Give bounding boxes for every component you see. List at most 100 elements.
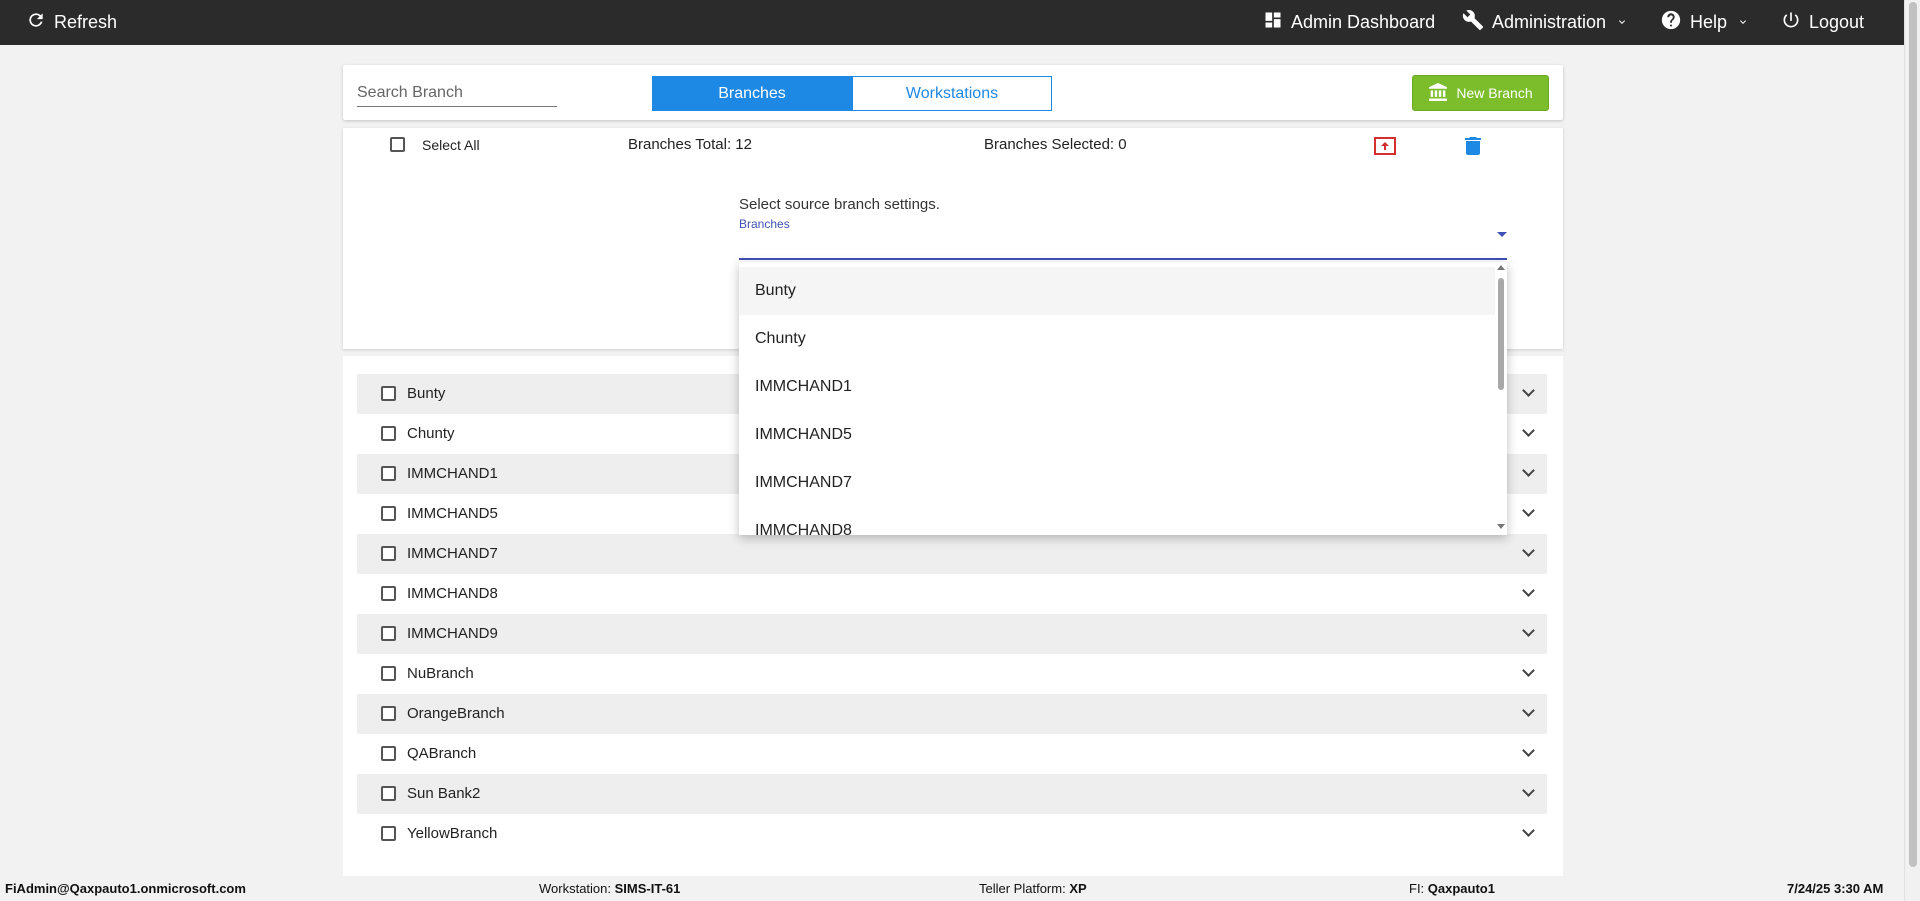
help-label: Help — [1690, 12, 1728, 32]
scroll-down-icon[interactable] — [1497, 524, 1505, 529]
chevron-down-icon — [1737, 15, 1749, 31]
list-item[interactable]: IMMCHAND9 — [357, 614, 1547, 654]
footer-workstation-label: Workstation: — [539, 881, 612, 896]
chevron-down-icon[interactable] — [1522, 824, 1535, 837]
help-icon — [1660, 9, 1682, 36]
branch-toolbar: Branches Workstations New Branch — [343, 65, 1563, 120]
branch-name: Bunty — [407, 385, 446, 402]
administration-menu[interactable]: Administration — [1462, 0, 1628, 45]
branch-name: YellowBranch — [407, 825, 498, 842]
status-footer: FiAdmin@Qaxpauto1.onmicrosoft.com Workst… — [0, 876, 1904, 901]
chevron-down-icon[interactable] — [1522, 704, 1535, 717]
dropdown-option[interactable]: Bunty — [739, 267, 1495, 315]
page-scrollbar[interactable] — [1904, 0, 1920, 901]
new-branch-button[interactable]: New Branch — [1412, 75, 1549, 111]
view-tabs: Branches Workstations — [652, 76, 1052, 111]
refresh-button[interactable]: Refresh — [26, 0, 117, 45]
dropdown-option[interactable]: IMMCHAND8 — [739, 507, 1495, 535]
logout-button[interactable]: Logout — [1781, 0, 1864, 45]
branch-checkbox[interactable] — [381, 666, 396, 681]
branches-selected-text: Branches Selected: 0 — [984, 136, 1127, 153]
logout-label: Logout — [1809, 12, 1865, 32]
list-item[interactable]: IMMCHAND8 — [357, 574, 1547, 614]
branch-checkbox[interactable] — [381, 586, 396, 601]
branch-checkbox[interactable] — [381, 466, 396, 481]
footer-platform-value: XP — [1069, 881, 1087, 896]
bank-icon — [1428, 82, 1448, 104]
chevron-down-icon[interactable] — [1522, 624, 1535, 637]
wrench-icon — [1462, 9, 1484, 36]
branch-checkbox[interactable] — [381, 826, 396, 841]
branch-checkbox[interactable] — [381, 426, 396, 441]
upload-icon[interactable] — [1374, 137, 1396, 162]
list-item[interactable]: YellowBranch — [357, 814, 1547, 854]
branch-name: Sun Bank2 — [407, 785, 481, 802]
chevron-down-icon[interactable] — [1522, 744, 1535, 757]
branch-checkbox[interactable] — [381, 626, 396, 641]
branch-checkbox[interactable] — [381, 546, 396, 561]
footer-fi-value: Qaxpauto1 — [1427, 881, 1495, 896]
admin-dashboard-link[interactable]: Admin Dashboard — [1263, 0, 1435, 45]
dashboard-icon — [1263, 10, 1283, 35]
branch-checkbox[interactable] — [381, 706, 396, 721]
source-branch-prompt: Select source branch settings. — [739, 196, 940, 213]
branch-name: IMMCHAND8 — [407, 585, 498, 602]
footer-user: FiAdmin@Qaxpauto1.onmicrosoft.com — [5, 881, 246, 896]
page-scrollbar-thumb[interactable] — [1909, 2, 1917, 867]
chevron-down-icon[interactable] — [1522, 384, 1535, 397]
refresh-icon — [26, 10, 46, 35]
branch-name: IMMCHAND9 — [407, 625, 498, 642]
delete-icon[interactable] — [1465, 136, 1481, 161]
branches-total-text: Branches Total: 12 — [628, 136, 752, 153]
footer-platform-label: Teller Platform: — [979, 881, 1066, 896]
admin-dashboard-label: Admin Dashboard — [1291, 12, 1436, 32]
list-item[interactable]: QABranch — [357, 734, 1547, 774]
scroll-up-icon[interactable] — [1497, 265, 1505, 270]
branches-dropdown-label: Branches — [739, 217, 790, 231]
branch-name: Chunty — [407, 425, 455, 442]
branch-name: IMMCHAND1 — [407, 465, 498, 482]
branch-name: OrangeBranch — [407, 705, 505, 722]
list-item[interactable]: OrangeBranch — [357, 694, 1547, 734]
footer-datetime: 7/24/25 3:30 AM — [1787, 881, 1884, 896]
branch-name: QABranch — [407, 745, 477, 762]
chevron-down-icon[interactable] — [1522, 464, 1535, 477]
branch-name: NuBranch — [407, 665, 474, 682]
tab-branches[interactable]: Branches — [652, 76, 852, 111]
chevron-down-icon[interactable] — [1522, 664, 1535, 677]
list-item[interactable]: Sun Bank2 — [357, 774, 1547, 814]
list-item[interactable]: NuBranch — [357, 654, 1547, 694]
dropdown-option[interactable]: Chunty — [739, 315, 1495, 363]
chevron-down-icon — [1616, 15, 1628, 31]
top-navigation-bar: Refresh Admin Dashboard Administration H… — [0, 0, 1904, 45]
dropdown-option[interactable]: IMMCHAND7 — [739, 459, 1495, 507]
help-menu[interactable]: Help — [1660, 0, 1749, 45]
chevron-down-icon[interactable] — [1522, 424, 1535, 437]
tab-workstations[interactable]: Workstations — [852, 76, 1052, 111]
chevron-down-icon[interactable] — [1522, 584, 1535, 597]
administration-label: Administration — [1492, 12, 1607, 32]
dropdown-scrollbar[interactable] — [1495, 262, 1507, 535]
branches-dropdown-menu[interactable]: IMMCHAND8 IMMCHAND7 IMMCHAND5 IMMCHAND1 Chun… — [739, 262, 1507, 535]
refresh-label: Refresh — [54, 12, 118, 32]
branch-checkbox[interactable] — [381, 786, 396, 801]
dropdown-scrollbar-thumb[interactable] — [1498, 278, 1504, 390]
power-icon — [1781, 10, 1801, 35]
branches-dropdown-underline[interactable] — [739, 258, 1507, 260]
footer-workstation-value: SIMS-IT-61 — [614, 881, 681, 896]
dropdown-option[interactable]: IMMCHAND5 — [739, 411, 1495, 459]
chevron-down-icon[interactable] — [1522, 784, 1535, 797]
branch-checkbox[interactable] — [381, 746, 396, 761]
dropdown-option[interactable]: IMMCHAND1 — [739, 363, 1495, 411]
branch-name: IMMCHAND7 — [407, 545, 498, 562]
branch-checkbox[interactable] — [381, 506, 396, 521]
chevron-down-icon[interactable] — [1522, 544, 1535, 557]
list-item[interactable]: IMMCHAND7 — [357, 534, 1547, 574]
dropdown-arrow-icon[interactable] — [1497, 232, 1507, 237]
search-branch-input[interactable] — [357, 79, 557, 107]
chevron-down-icon[interactable] — [1522, 504, 1535, 517]
branch-name: IMMCHAND5 — [407, 505, 498, 522]
footer-fi-label: FI: — [1409, 881, 1425, 896]
select-all-checkbox[interactable] — [390, 137, 405, 152]
branch-checkbox[interactable] — [381, 386, 396, 401]
